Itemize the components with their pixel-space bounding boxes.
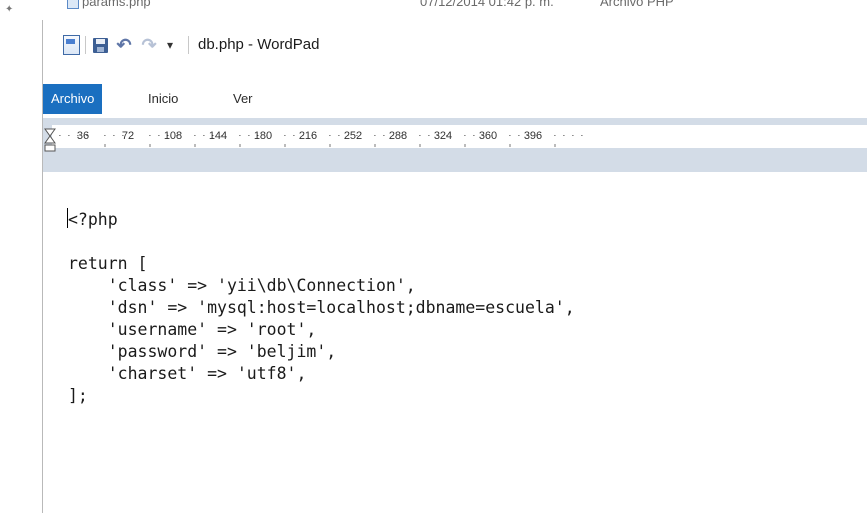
save-icon[interactable] [90,34,110,56]
pin-icon: ✦ [5,4,14,15]
ruler-dot [293,135,295,136]
ruler-dot [158,135,160,136]
ruler-dot [104,135,106,136]
document-line: 'password' => 'beljim', [68,342,337,361]
undo-icon[interactable]: ↶ [113,34,135,56]
ruler-dot [572,135,574,136]
ruler-label: 396 [524,130,542,142]
ribbon-tabs: Archivo Inicio Ver [43,72,867,114]
ruler-dot [59,135,61,136]
ruler-label: 288 [389,130,407,142]
tab-ver[interactable]: Ver [233,84,253,114]
ruler[interactable]: 36 72 108 144 180 216 252 288 324 360 396 [43,118,867,172]
ruler-label: 216 [299,130,317,142]
ruler-dot [149,135,151,136]
ruler-label: 180 [254,130,272,142]
tab-archivo[interactable]: Archivo [43,84,103,114]
ruler-dot [113,135,115,136]
ruler-dot [239,135,241,136]
explorer-file-type: Archivo PHP [600,0,674,9]
ruler-dot [284,135,286,136]
window-title: db.php - WordPad [198,36,320,53]
toolbar-separator [85,36,86,54]
ruler-dot [554,135,556,136]
customize-quick-access-icon[interactable]: ▾ [163,34,177,56]
ruler-label: 252 [344,130,362,142]
ruler-dot [428,135,430,136]
explorer-row-params[interactable]: ✦ params.php 07/12/2014 01:42 p. m. Arch… [0,0,867,20]
document-editor[interactable]: <?php return [ 'class' => 'yii\db\Connec… [43,172,867,513]
tab-inicio[interactable]: Inicio [148,84,178,114]
ruler-scale: 36 72 108 144 180 216 252 288 324 360 396 [44,128,583,152]
ruler-dot [194,135,196,136]
document-text[interactable]: <?php return [ 'class' => 'yii\db\Connec… [68,209,575,407]
ruler-label: 36 [77,130,89,142]
app-icon[interactable] [61,34,81,56]
document-line: 'class' => 'yii\db\Connection', [68,276,416,295]
document-line: ]; [68,386,88,405]
explorer-file-name: params.php [82,0,151,9]
ruler-label: 72 [122,130,134,142]
explorer-file-date: 07/12/2014 01:42 p. m. [420,0,554,9]
redo-icon[interactable]: ↷ [138,34,160,56]
ruler-dot [338,135,340,136]
ruler-dot [464,135,466,136]
ruler-dot [68,135,70,136]
ruler-dot [383,135,385,136]
document-line: return [ [68,254,148,273]
php-file-icon [67,0,79,9]
document-line: 'charset' => 'utf8', [68,364,307,383]
ruler-dot [329,135,331,136]
ruler-dot [509,135,511,136]
ruler-dot [374,135,376,136]
ruler-label: 360 [479,130,497,142]
text-caret [67,208,68,228]
ruler-label: 324 [434,130,452,142]
ruler-label: 108 [164,130,182,142]
ruler-dot [518,135,520,136]
ruler-dot [203,135,205,136]
toolbar-separator [188,36,189,54]
ruler-dot [419,135,421,136]
title-bar: ↶ ↷ ▾ db.php - WordPad [43,20,867,72]
indent-marker-icon[interactable] [44,128,56,152]
ruler-dot [581,135,583,136]
wordpad-window: ↶ ↷ ▾ db.php - WordPad Archivo Inicio Ve… [42,20,867,513]
document-line: 'dsn' => 'mysql:host=localhost;dbname=es… [68,298,575,317]
ruler-dot [563,135,565,136]
ruler-dot [248,135,250,136]
document-line: <?php [68,210,118,229]
ruler-dot [473,135,475,136]
ruler-label: 144 [209,130,227,142]
document-line: 'username' => 'root', [68,320,317,339]
